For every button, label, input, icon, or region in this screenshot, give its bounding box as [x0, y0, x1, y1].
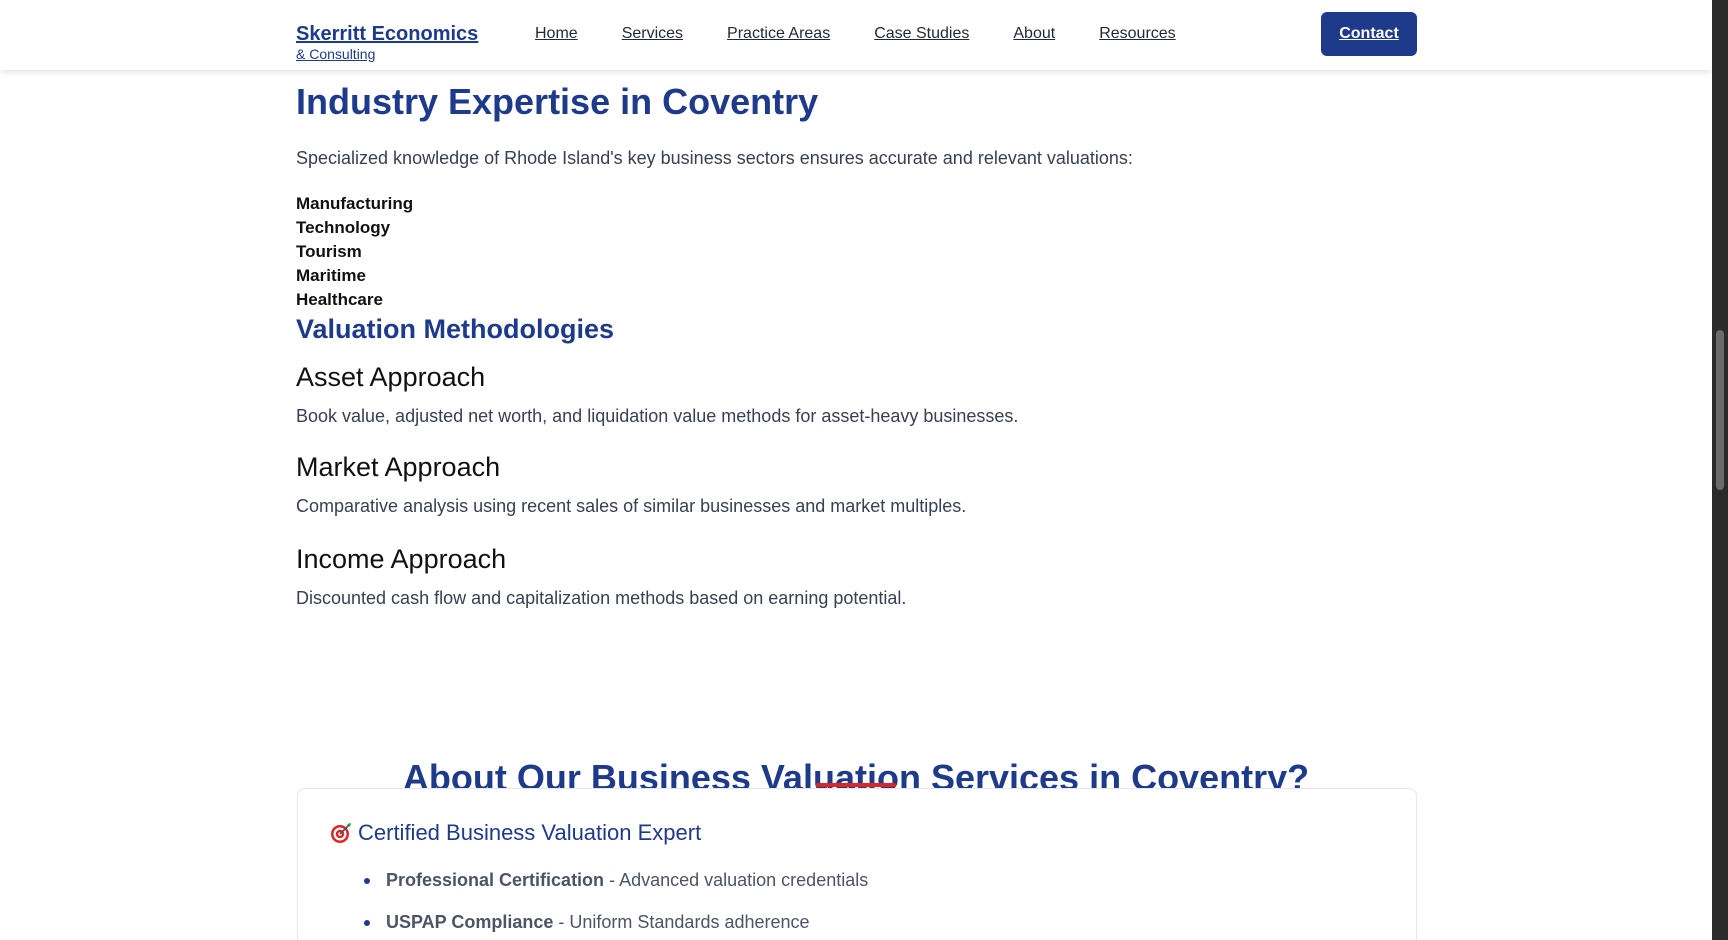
sector-item: Manufacturing — [296, 194, 414, 213]
industry-intro: Specialized knowledge of Rhode Island's … — [296, 148, 1133, 168]
page: Skerritt Economics & Consulting Home Ser… — [0, 0, 1712, 940]
main-content: Industry Expertise in Coventry Specializ… — [296, 70, 1416, 610]
approach-description: Book value, adjusted net worth, and liqu… — [296, 406, 1019, 426]
credential-name: Professional Certification — [386, 870, 605, 890]
sector-item: Maritime — [296, 266, 366, 285]
sector-item: Tourism — [296, 242, 362, 261]
sector-item: Technology — [296, 218, 391, 237]
main-nav: Home Services Practice Areas Case Studie… — [535, 24, 1220, 44]
nav-link-services[interactable]: Services — [622, 24, 683, 44]
approach-title: Market Approach — [296, 452, 501, 482]
credential-list: Professional Certification - Advanced va… — [330, 867, 868, 940]
approach-description: Comparative analysis using recent sales … — [296, 496, 967, 516]
approach-title: Income Approach — [296, 544, 507, 574]
methods-title: Valuation Methodologies — [296, 314, 615, 344]
contact-button[interactable]: Contact — [1321, 12, 1417, 56]
nav-link-resources[interactable]: Resources — [1099, 24, 1175, 44]
page-scrollbar[interactable] — [1712, 0, 1728, 940]
brand-subtitle: & Consulting — [296, 46, 376, 62]
certified-expert-card: Certified Business Valuation Expert Prof… — [297, 788, 1417, 940]
brand-logo-link[interactable]: Skerritt Economics & Consulting — [296, 22, 478, 62]
credential-detail: - Uniform Standards adherence — [553, 912, 810, 932]
credential-item: Professional Certification - Advanced va… — [363, 867, 869, 893]
sector-item: Healthcare — [296, 290, 383, 309]
sector-list: Manufacturing Technology Tourism Maritim… — [296, 192, 1416, 312]
brand-name: Skerritt Economics — [296, 23, 479, 45]
nav-link-about[interactable]: About — [1013, 24, 1055, 44]
approach-description: Discounted cash flow and capitalization … — [296, 588, 907, 608]
credential-detail: - Advanced valuation credentials — [604, 870, 869, 890]
nav-link-home[interactable]: Home — [535, 24, 578, 44]
credential-item: USPAP Compliance - Uniform Standards adh… — [363, 909, 868, 935]
title-accent-bar — [816, 783, 896, 787]
approach-title: Asset Approach — [296, 362, 486, 392]
card-header: Certified Business Valuation Expert — [330, 819, 701, 847]
nav-link-case-studies[interactable]: Case Studies — [874, 24, 969, 44]
site-header: Skerritt Economics & Consulting Home Ser… — [0, 0, 1712, 70]
industry-title: Industry Expertise in Coventry — [296, 81, 819, 122]
target-icon — [331, 823, 351, 843]
card-title: Certified Business Valuation Expert — [358, 820, 702, 845]
nav-link-practice-areas[interactable]: Practice Areas — [727, 24, 830, 44]
scrollbar-thumb[interactable] — [1716, 330, 1724, 490]
credential-name: USPAP Compliance — [386, 912, 554, 932]
